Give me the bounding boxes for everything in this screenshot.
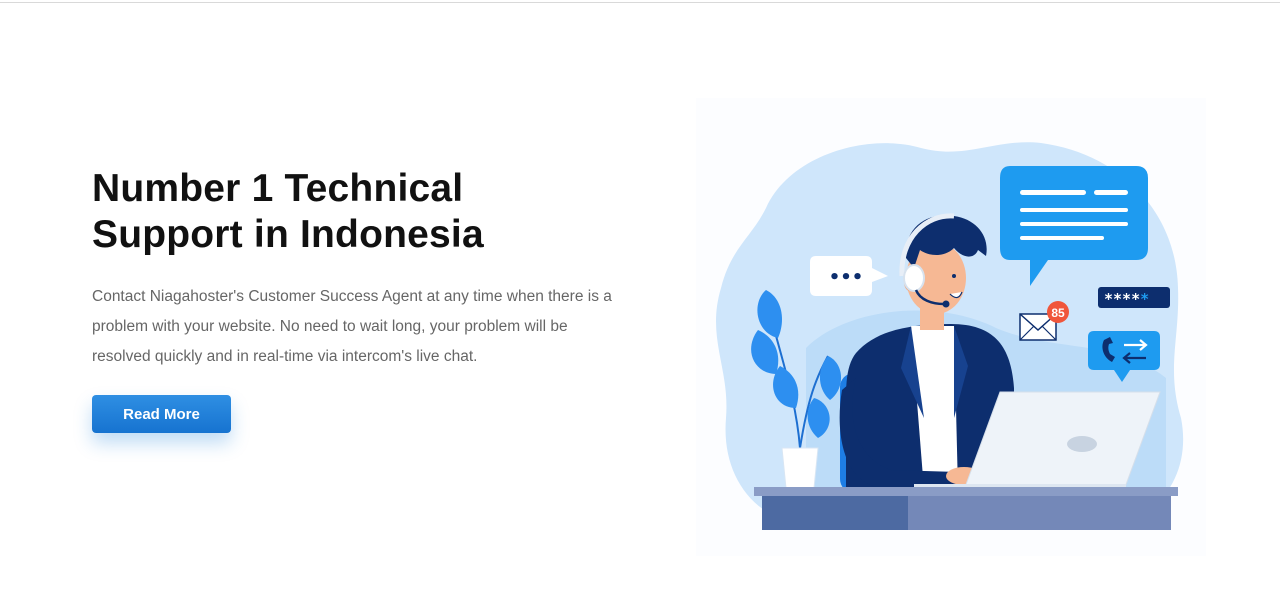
hero-description: Contact Niagahoster's Customer Success A… bbox=[92, 288, 612, 365]
desk bbox=[754, 487, 1178, 530]
password-cursor: * bbox=[1140, 290, 1149, 308]
svg-text:*****: ***** bbox=[1104, 290, 1149, 308]
hero-text-block: Number 1 Technical Support in Indonesia … bbox=[92, 166, 632, 372]
notification-count: 85 bbox=[1051, 306, 1065, 320]
hero-title: Number 1 Technical Support in Indonesia bbox=[92, 167, 484, 256]
password-field-icon: ***** bbox=[1098, 287, 1170, 308]
password-mask: **** bbox=[1104, 290, 1140, 308]
typing-dots: ••• bbox=[829, 267, 864, 288]
notification-badge: 85 bbox=[1047, 301, 1069, 323]
read-more-button[interactable]: Read More bbox=[92, 395, 231, 433]
top-divider bbox=[0, 2, 1280, 3]
support-agent-illustration: ••• 85 ***** bbox=[696, 98, 1206, 556]
